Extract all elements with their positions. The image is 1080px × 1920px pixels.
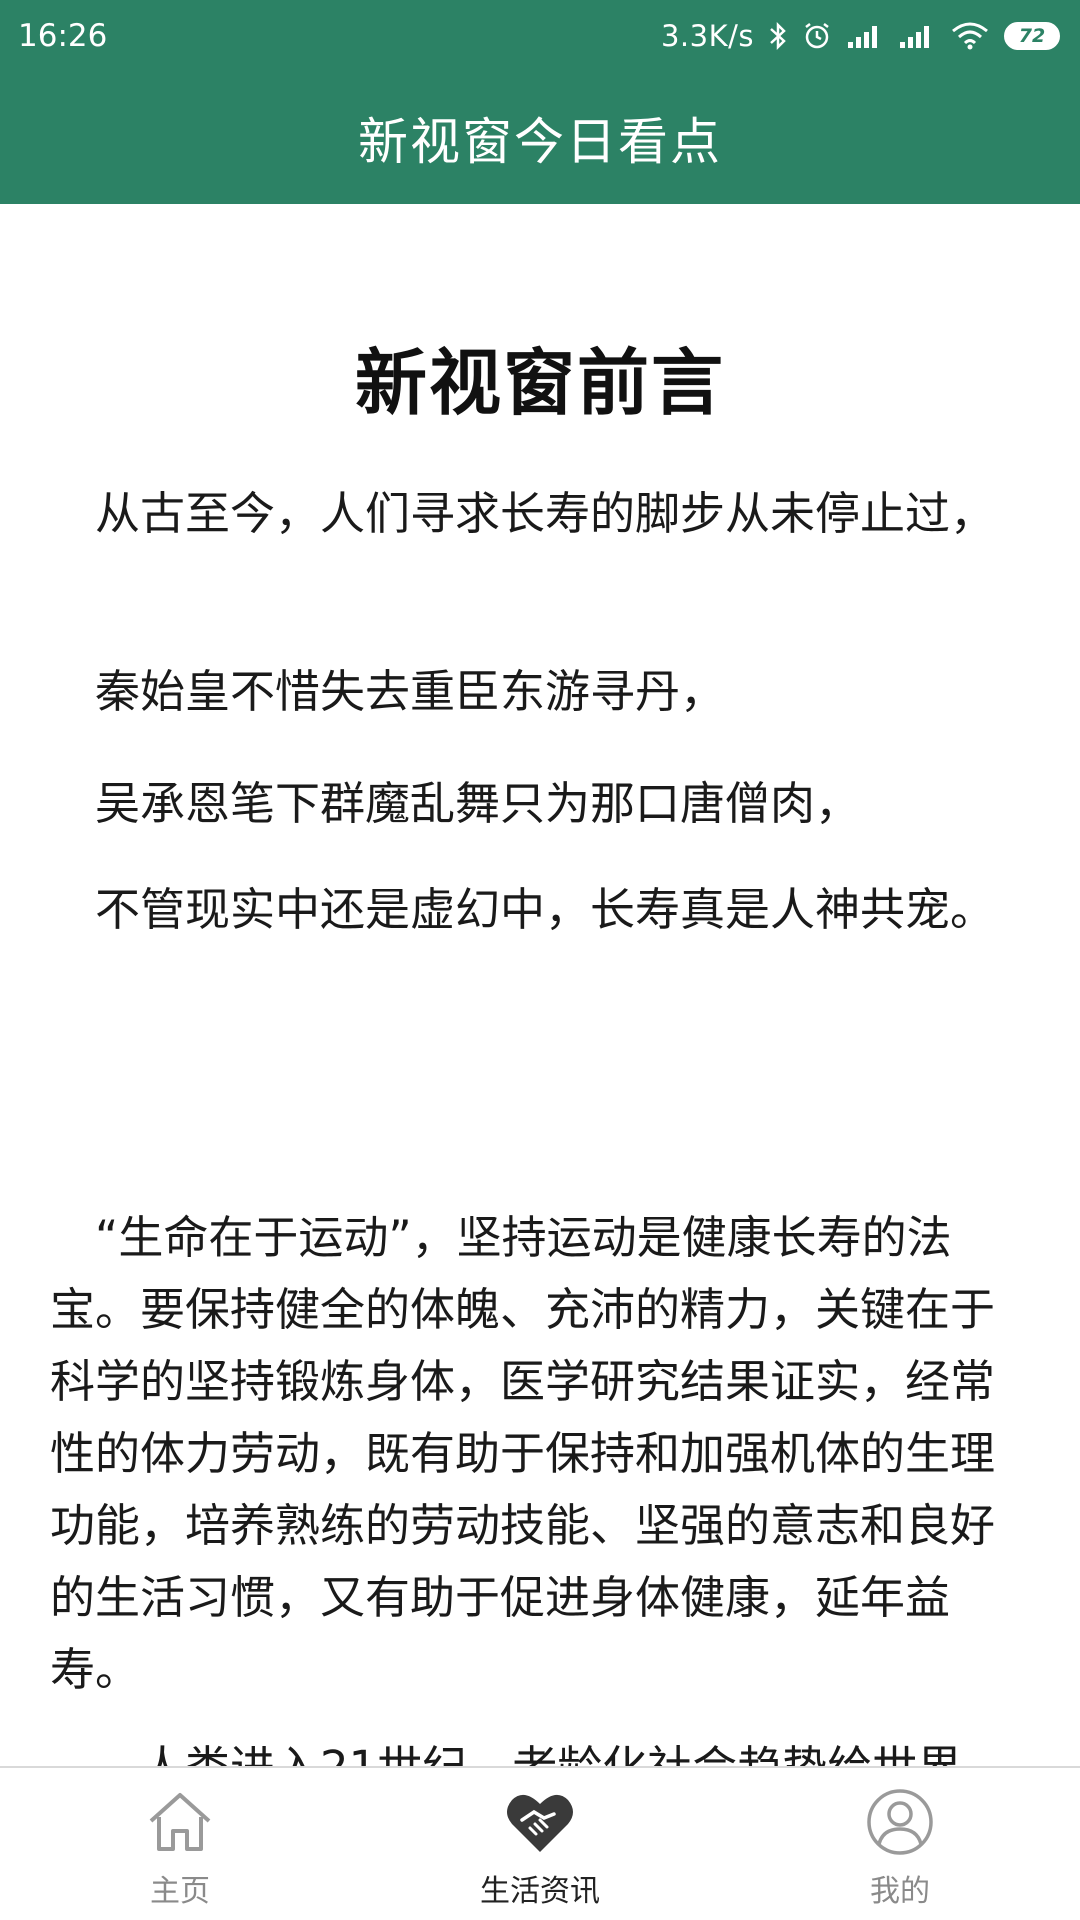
battery-icon: 72: [1004, 22, 1060, 50]
wifi-icon: [950, 21, 990, 51]
article-paragraph: 秦始皇不惜失去重臣东游寻丹，: [50, 665, 726, 718]
battery-level: 72: [1018, 25, 1046, 47]
user-icon: [864, 1786, 936, 1858]
status-icons: 3.3K/s 72: [661, 19, 1060, 53]
status-bar: 16:26 3.3K/s 72: [0, 0, 1080, 72]
signal-icon: [898, 22, 936, 50]
nav-item-me[interactable]: 我的: [720, 1768, 1080, 1920]
nav-label: 我的: [870, 1874, 930, 1909]
nav-label: 生活资讯: [480, 1874, 600, 1909]
nav-item-home[interactable]: 主页: [0, 1768, 360, 1920]
nav-item-life-news[interactable]: 生活资讯: [360, 1768, 720, 1920]
nav-label: 主页: [150, 1874, 210, 1909]
bluetooth-icon: [768, 21, 788, 51]
signal-icon: [846, 22, 884, 50]
article-content[interactable]: 新视窗前言 从古至今，人们寻求长寿的脚步从未停止过， 秦始皇不惜失去重臣东游寻丹…: [0, 204, 1080, 1766]
status-time: 16:26: [18, 18, 108, 54]
article-paragraph: 吴承恩笔下群魔乱舞只为那口唐僧肉，: [50, 777, 861, 830]
page-title: 新视窗今日看点: [358, 113, 722, 171]
handshake-heart-icon: [504, 1786, 576, 1858]
article-paragraph: “生命在于运动”，坚持运动是健康长寿的法宝。要保持健全的体魄、充沛的精力，关键在…: [50, 1211, 996, 1696]
home-icon: [144, 1786, 216, 1858]
alarm-icon: [802, 21, 832, 51]
article-paragraph: 从古至今，人们寻求长寿的脚步从未停止过，: [50, 487, 996, 540]
article-paragraph: 人类进入21世纪，老龄化社会趋势给世界: [50, 1732, 1010, 1766]
article-title: 新视窗前言: [354, 341, 725, 425]
article-paragraph: 不管现实中还是虚幻中，长寿真是人神共宠。: [50, 883, 996, 936]
app-bar: 新视窗今日看点: [0, 72, 1080, 204]
bottom-navigation: 主页 生活资讯 我的: [0, 1766, 1080, 1920]
network-speed: 3.3K/s: [660, 19, 754, 53]
